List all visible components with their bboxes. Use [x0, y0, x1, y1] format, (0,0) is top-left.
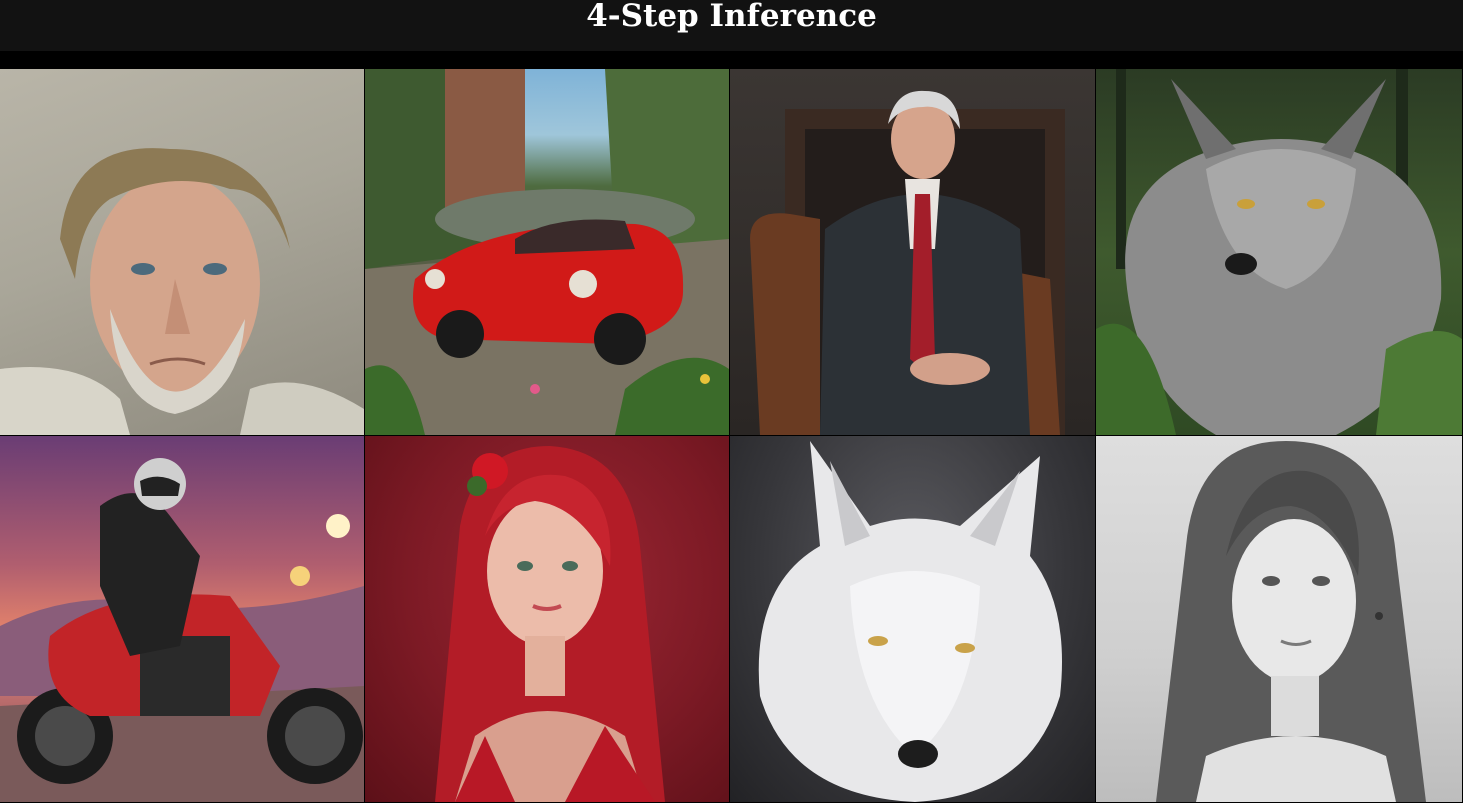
gray-wolf-image: [1096, 69, 1462, 435]
gallery-image-1[interactable]: [0, 69, 364, 435]
header-spacer: [0, 51, 1463, 69]
gallery-image-2[interactable]: [365, 69, 729, 435]
red-car-image: [365, 69, 729, 435]
image-gallery: [0, 69, 1463, 803]
gallery-image-7[interactable]: [730, 436, 1095, 802]
sketch-woman-image: [1156, 441, 1426, 802]
man-suit-image: [750, 90, 1065, 435]
gallery-image-3[interactable]: [730, 69, 1095, 435]
portrait-man-image: [0, 148, 364, 435]
gallery-image-4[interactable]: [1096, 69, 1462, 435]
red-hair-woman-image: [435, 446, 665, 802]
gallery-image-8[interactable]: [1096, 436, 1462, 802]
motorcycle-image: [0, 458, 364, 802]
white-wolf-image: [758, 441, 1062, 802]
gallery-image-6[interactable]: [365, 436, 729, 802]
gallery-image-5[interactable]: [0, 436, 364, 802]
header-bar: 4-Step Inference: [0, 0, 1463, 51]
page-title: 4-Step Inference: [586, 0, 877, 34]
